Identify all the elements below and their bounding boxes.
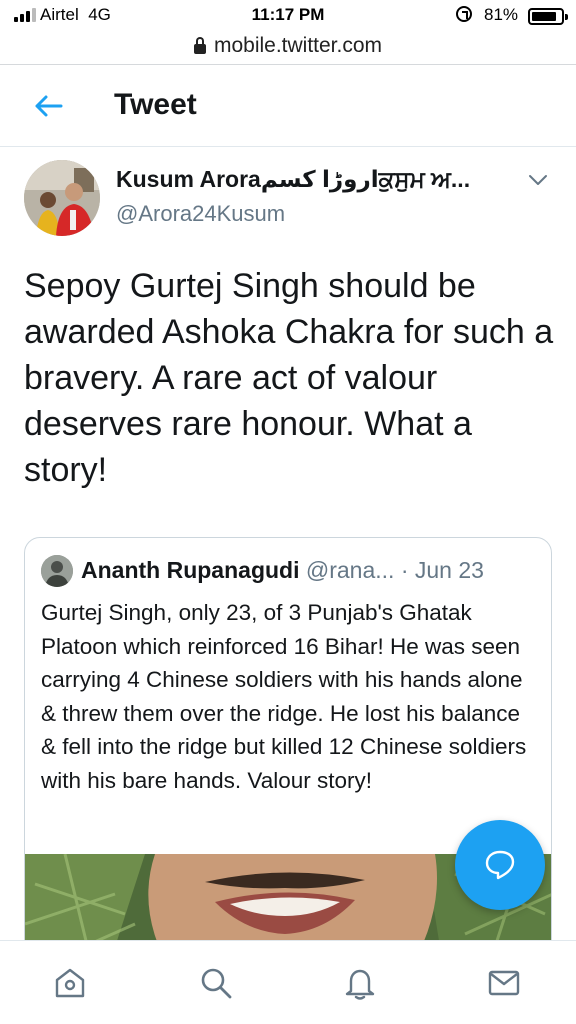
quoted-tweet-text: Gurtej Singh, only 23, of 3 Punjab's Gha…	[41, 600, 527, 793]
search-icon	[201, 968, 232, 999]
battery-icon	[528, 8, 568, 25]
rotation-lock-icon	[456, 6, 472, 22]
page-title: Tweet	[114, 88, 197, 121]
quoted-tweet-card[interactable]: Ananth Rupanagudi @rana... · Jun 23 Gurt…	[24, 537, 552, 977]
chevron-down-icon	[529, 175, 547, 185]
tweet-menu-button[interactable]	[524, 168, 552, 192]
author-handle[interactable]: @Arora24Kusum	[116, 201, 285, 227]
url-divider	[0, 64, 576, 65]
battery-percent: 81%	[484, 5, 519, 24]
quoted-date: Jun 23	[414, 557, 484, 583]
reply-fab-button[interactable]	[455, 820, 545, 910]
url-bar[interactable]: mobile.twitter.com	[0, 30, 576, 62]
author-name[interactable]: Kusum Aroraاروڑا کسمਕੁਸੁਮ ਅ...	[116, 166, 492, 193]
url-text: mobile.twitter.com	[213, 34, 383, 57]
header-divider	[0, 146, 576, 147]
quoted-author-name: Ananth Rupanagudi	[81, 557, 300, 583]
home-icon	[55, 968, 85, 998]
nav-messages[interactable]	[484, 963, 524, 1003]
lock-icon	[193, 36, 206, 54]
quoted-separator: ·	[400, 557, 409, 583]
nav-notifications[interactable]	[340, 963, 380, 1003]
notifications-bell-icon	[345, 969, 375, 1000]
bottom-nav	[0, 940, 576, 1024]
status-bar: Airtel 4G 11:17 PM 81%	[0, 0, 576, 32]
avatar-photo	[24, 160, 100, 236]
compose-reply-icon	[485, 850, 515, 880]
messages-envelope-icon	[488, 970, 520, 996]
tweet-text: Sepoy Gurtej Singh should be awarded Ash…	[24, 267, 554, 489]
nav-home[interactable]	[50, 963, 90, 1003]
back-arrow-icon	[35, 95, 63, 117]
author-avatar[interactable]	[24, 160, 100, 236]
page-header: Tweet	[0, 66, 576, 146]
quoted-author-handle: @rana...	[305, 557, 395, 583]
nav-search[interactable]	[196, 963, 236, 1003]
back-button[interactable]	[28, 88, 68, 124]
quoted-author-avatar	[41, 555, 73, 587]
quoted-tweet-header: Ananth Rupanagudi @rana... · Jun 23	[81, 557, 541, 584]
